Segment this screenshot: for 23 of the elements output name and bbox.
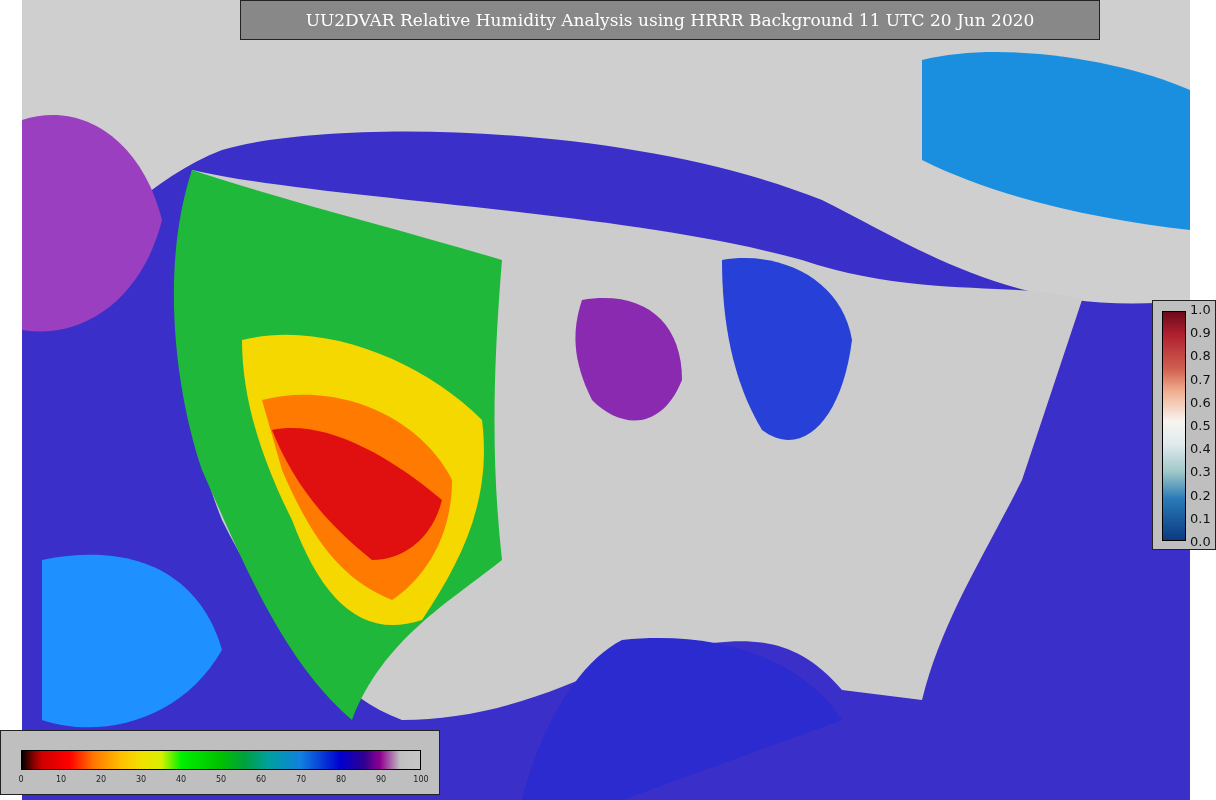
tick-label: 0.1 [1190, 511, 1211, 526]
tick-label: 0.8 [1190, 349, 1211, 364]
map-title: UU2DVAR Relative Humidity Analysis using HRRR Background 11 UTC 20 Jun 2020 [240, 0, 1100, 40]
tick-label: 70 [294, 775, 308, 784]
tick-label: 1.0 [1190, 303, 1211, 317]
tick-label: 0.9 [1190, 326, 1211, 341]
tick-label: 0.2 [1190, 488, 1211, 503]
tick-label: 80 [334, 775, 348, 784]
tick-label: 40 [174, 775, 188, 784]
tick-label: 100 [412, 775, 430, 784]
tick-label: 20 [94, 775, 108, 784]
tick-label: 50 [214, 775, 228, 784]
tick-label: 0.5 [1190, 418, 1211, 433]
tick-label: 0.3 [1190, 465, 1211, 480]
tick-label: 30 [134, 775, 148, 784]
tick-label: 60 [254, 775, 268, 784]
tick-label: 0.6 [1190, 395, 1211, 410]
tick-label: 10 [54, 775, 68, 784]
tick-label: 0.0 [1190, 534, 1211, 549]
tick-label: 0.4 [1190, 442, 1211, 457]
tick-label: 0.7 [1190, 372, 1211, 387]
tick-label: 0 [17, 775, 25, 784]
tick-label: 90 [374, 775, 388, 784]
